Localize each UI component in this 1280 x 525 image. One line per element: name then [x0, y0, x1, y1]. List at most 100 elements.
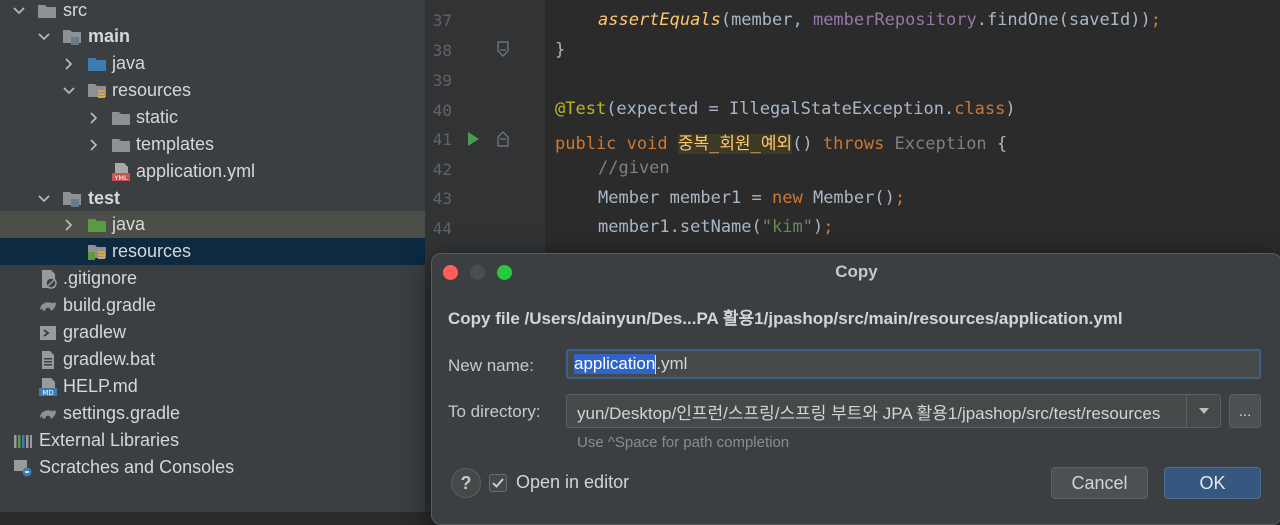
tree-item-build-gradle[interactable]: build.gradle [0, 292, 425, 319]
tree-item-label: templates [136, 134, 215, 154]
code-line-42: //given [598, 158, 670, 178]
tree-item-static[interactable]: static [0, 104, 425, 131]
tree-item-label: src [63, 0, 87, 20]
folder-icon [37, 1, 57, 21]
path-completion-hint: Use ^Space for path completion [577, 434, 790, 451]
ok-button[interactable]: OK [1164, 467, 1261, 499]
line-number: 43 [432, 189, 452, 208]
line-number: 41 [432, 130, 452, 149]
tree-item-main[interactable]: main [0, 23, 425, 50]
svg-text:YML: YML [113, 174, 128, 182]
code-line-37: assertEquals(member, memberRepository.fi… [598, 10, 1161, 30]
tree-item-templates[interactable]: templates [0, 131, 425, 158]
tree-item-label: settings.gradle [63, 403, 181, 423]
tree-item-test-resources[interactable]: resources [0, 238, 425, 265]
help-button[interactable]: ? [451, 468, 481, 498]
markdown-file-icon: MD [38, 377, 58, 397]
tree-item-main-java[interactable]: java [0, 50, 425, 77]
checkmark-icon [492, 478, 504, 488]
code-line-43: Member member1 = new Member(); [598, 188, 906, 208]
libraries-icon [13, 431, 33, 451]
line-number: 37 [432, 11, 452, 30]
tree-item-gitignore[interactable]: .gitignore [0, 265, 425, 292]
new-name-label: New name: [448, 356, 534, 375]
resources-folder-icon [87, 81, 107, 101]
test-source-folder-icon [87, 215, 107, 235]
yml-file-icon: YML [111, 162, 131, 182]
code-line-41: public void 중복_회원_예외() throws Exception … [555, 134, 1008, 154]
code-line-44: member1.setName("kim"); [598, 217, 834, 237]
dialog-title: Copy [835, 262, 878, 281]
source-root-folder-icon [62, 27, 82, 47]
tree-item-gradlew[interactable]: gradlew [0, 319, 425, 346]
tree-item-label: .gitignore [63, 268, 138, 288]
copy-file-path-header: Copy file /Users/dainyun/Des...PA 활용1/jp… [448, 309, 1123, 328]
line-number: 40 [432, 101, 452, 120]
run-test-icon[interactable] [466, 131, 480, 152]
tree-item-label: java [112, 53, 146, 73]
tree-item-scratches[interactable]: Scratches and Consoles [0, 454, 425, 481]
tree-item-label: build.gradle [63, 295, 157, 315]
tree-item-settings-gradle[interactable]: settings.gradle [0, 400, 425, 427]
to-directory-value: yun/Desktop/인프런/스프링/스프링 부트와 JPA 활용1/jpas… [577, 403, 1161, 423]
code-line-40: @Test(expected = IllegalStateException.c… [555, 99, 1016, 119]
scratches-icon [13, 458, 33, 478]
tree-item-label: gradlew [63, 322, 127, 342]
browse-button[interactable]: ... [1229, 394, 1261, 428]
tree-item-label: External Libraries [39, 430, 180, 450]
tree-item-label: gradlew.bat [63, 349, 156, 369]
new-name-selected-text: application [574, 354, 656, 374]
source-folder-icon [87, 54, 107, 74]
gradle-file-icon [38, 404, 58, 424]
tree-item-src[interactable]: src [0, 0, 425, 24]
line-number: 39 [432, 71, 452, 90]
fold-start-icon[interactable] [497, 131, 509, 152]
code-line-38: } [555, 40, 566, 60]
folder-icon [111, 108, 131, 128]
chevron-down-icon [1199, 408, 1209, 414]
tree-item-label: HELP.md [63, 376, 138, 396]
tree-item-label: test [88, 188, 121, 208]
line-number: 44 [432, 219, 452, 238]
source-root-folder-icon [62, 189, 82, 209]
tree-item-gradlew-bat[interactable]: gradlew.bat [0, 346, 425, 373]
cancel-button[interactable]: Cancel [1051, 467, 1148, 499]
tree-item-external-libraries[interactable]: External Libraries [0, 427, 425, 454]
tree-item-test-java[interactable]: java [0, 211, 425, 238]
directory-dropdown-button[interactable] [1186, 394, 1221, 428]
tree-item-label: resources [112, 80, 192, 100]
tree-item-label: application.yml [136, 161, 256, 181]
chevron-right-icon[interactable] [62, 57, 76, 71]
chevron-down-icon[interactable] [62, 84, 76, 98]
gradle-file-icon [38, 296, 58, 316]
to-directory-input[interactable]: yun/Desktop/인프런/스프링/스프링 부트와 JPA 활용1/jpas… [566, 394, 1221, 428]
chevron-right-icon[interactable] [62, 218, 76, 232]
test-resources-folder-icon [87, 242, 107, 262]
tree-item-label: resources [112, 241, 192, 261]
tree-item-help-md[interactable]: MD HELP.md [0, 373, 425, 400]
folder-icon [111, 135, 131, 155]
line-number: 42 [432, 160, 452, 179]
fold-end-icon[interactable] [497, 41, 509, 62]
svg-text:MD: MD [42, 389, 53, 397]
chevron-right-icon[interactable] [87, 138, 101, 152]
line-number: 38 [432, 41, 452, 60]
open-in-editor-checkbox[interactable] [489, 474, 507, 492]
chevron-down-icon[interactable] [12, 4, 26, 18]
copy-dialog: Copy Copy file /Users/dainyun/Des...PA 활… [431, 253, 1280, 525]
open-in-editor-label[interactable]: Open in editor [516, 472, 629, 493]
tree-item-main-resources[interactable]: resources [0, 77, 425, 104]
chevron-right-icon[interactable] [87, 111, 101, 125]
to-directory-label: To directory: [448, 402, 541, 421]
new-name-input[interactable]: application .yml [566, 349, 1261, 379]
project-tree: src main java resources static templates… [0, 0, 425, 512]
chevron-down-icon[interactable] [37, 30, 51, 44]
tree-item-label: Scratches and Consoles [39, 457, 235, 477]
text-file-icon [38, 350, 58, 370]
gitignore-file-icon [38, 269, 58, 289]
chevron-down-icon[interactable] [37, 192, 51, 206]
tree-item-application-yml[interactable]: YML application.yml [0, 158, 425, 185]
tree-item-label: static [136, 107, 179, 127]
tree-item-test[interactable]: test [0, 185, 425, 212]
tree-item-label: main [88, 26, 131, 46]
